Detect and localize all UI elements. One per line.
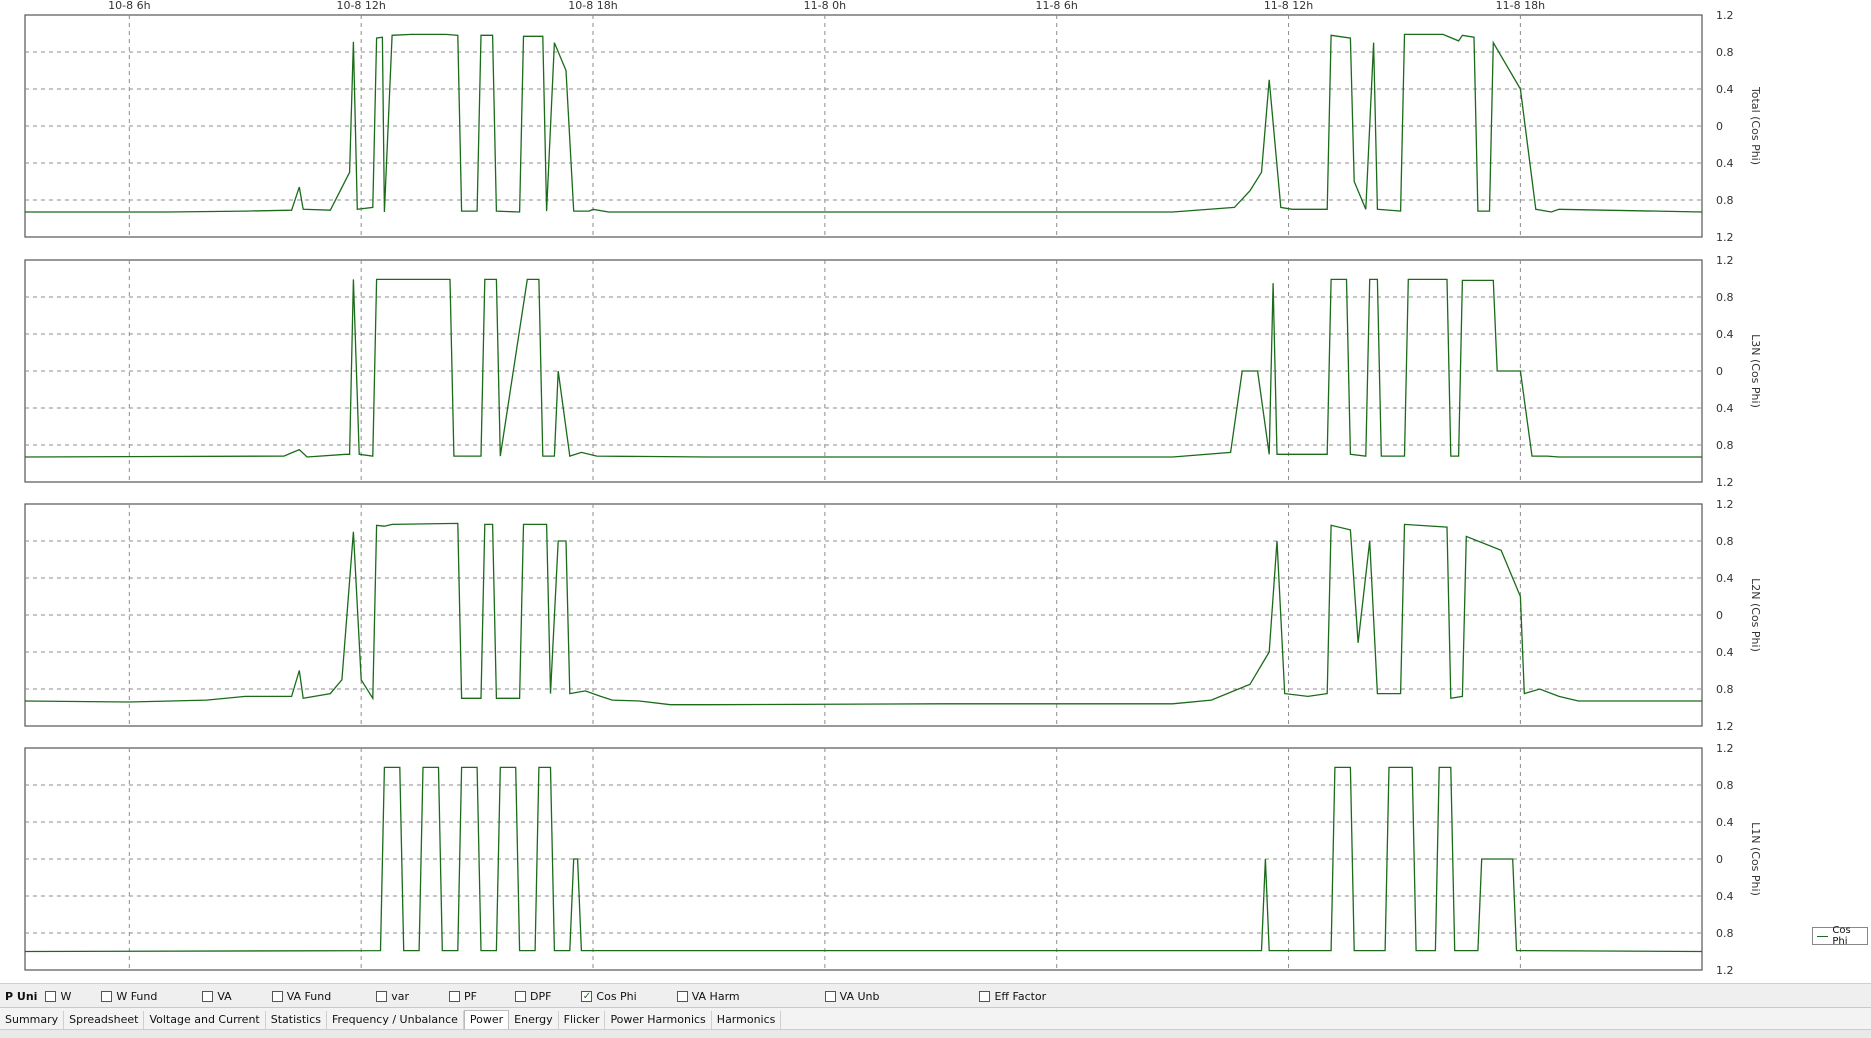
tab-spreadsheet[interactable]: Spreadsheet [64, 1011, 145, 1030]
units-label: P Uni [5, 989, 38, 1003]
y-tick-label: 1.2 [1716, 498, 1734, 511]
checkbox-option[interactable]: VA Fund [271, 989, 332, 1003]
y-tick-label: 1.2 [1716, 254, 1734, 267]
y-tick-label: 0.4 [1716, 646, 1734, 659]
tab-power[interactable]: Power [463, 1010, 510, 1030]
y-tick-label: 0 [1716, 853, 1723, 866]
power-options-toolbar: P Uni W W Fund VA VA Fund var PF DPF ✓ Cos Phi VA… [0, 983, 1871, 1008]
y-tick-label: 1.2 [1716, 964, 1734, 977]
y-tick-label: 0 [1716, 365, 1723, 378]
y-axis-label: L1N (Cos Phi) [1749, 822, 1762, 896]
y-tick-label: 0.8 [1716, 927, 1734, 940]
checkbox-option[interactable]: W Fund [101, 990, 157, 1003]
x-tick-label: 10-8 18h [568, 0, 617, 12]
tab-voltage-and-current[interactable]: Voltage and Current [144, 1011, 266, 1030]
x-tick-label: 11-8 0h [804, 0, 846, 12]
chart-svg: 10-8 6h 10-8 12h 10-8 18h 11-8 0h 11-8 6h 11-… [24, 0, 1762, 977]
y-tick-label: 1.2 [1716, 231, 1734, 244]
legend-label: Cos Phi [1832, 925, 1851, 947]
y-tick-label: 0.8 [1716, 779, 1734, 792]
y-tick-label: 0.4 [1716, 890, 1734, 903]
y-axis-label: L2N (Cos Phi) [1749, 578, 1762, 652]
checkbox-option[interactable]: VA Unb [824, 989, 880, 1003]
x-tick-label: 10-8 12h [336, 0, 385, 12]
y-tick-label: 0.8 [1716, 683, 1734, 696]
checkbox-option[interactable]: PF [449, 990, 477, 1003]
checkbox-box[interactable] [979, 990, 991, 1002]
chart-legend: Cos Phi [1812, 925, 1868, 947]
plot-panel: 1.2 0.8 0.4 0 0.4 0.8 1.2 Total (Cos Phi) [24, 9, 1762, 244]
plot-panel: 1.2 0.8 0.4 0 0.4 0.8 1.2 L2N (Cos Phi) [24, 498, 1762, 733]
checkbox-box[interactable] [271, 990, 283, 1002]
checkbox-box[interactable] [101, 990, 113, 1002]
plot-panel: 1.2 0.8 0.4 0 0.4 0.8 1.2 L3N (Cos Phi) [24, 254, 1762, 489]
x-tick-label: 11-8 6h [1035, 0, 1077, 12]
checkbox-option[interactable]: ✓ Cos Phi [581, 989, 637, 1003]
y-tick-label: 0.8 [1716, 194, 1734, 207]
y-tick-label: 0 [1716, 609, 1723, 622]
checkbox-label: Cos Phi [596, 989, 637, 1003]
checkbox-option[interactable]: var [376, 990, 409, 1003]
checkbox-label: DPF [529, 989, 552, 1003]
view-tabs: Summary Spreadsheet Voltage and Current Sta… [0, 1007, 1871, 1030]
y-tick-label: 0.4 [1716, 328, 1734, 341]
y-tick-label: 0.8 [1716, 291, 1734, 304]
y-axis-label: L3N (Cos Phi) [1749, 334, 1762, 408]
y-tick-label: 0.8 [1716, 439, 1734, 452]
cos-phi-chart-area: 10-8 6h 10-8 12h 10-8 18h 11-8 0h 11-8 6h 11-… [0, 0, 1871, 990]
checkbox-box[interactable] [45, 990, 57, 1002]
y-tick-label: 0.8 [1716, 535, 1734, 548]
tab-summary[interactable]: Summary [0, 1011, 65, 1030]
checkbox-label: Eff Factor [994, 989, 1047, 1003]
checkbox-label: var [391, 989, 409, 1003]
tab-harmonics[interactable]: Harmonics [712, 1011, 782, 1030]
checkbox-label: VA Harm [691, 989, 740, 1003]
checkbox-box[interactable] [202, 990, 214, 1002]
checkbox-option[interactable]: VA Harm [676, 989, 740, 1003]
checkbox-option[interactable]: DPF [514, 989, 552, 1003]
x-tick-label: 11-8 12h [1264, 0, 1313, 12]
y-tick-label: 1.2 [1716, 9, 1734, 22]
checkbox-label: VA [217, 989, 232, 1003]
y-tick-label: 1.2 [1716, 720, 1734, 733]
checkbox-option[interactable]: Eff Factor [979, 990, 1046, 1003]
y-tick-label: 1.2 [1716, 476, 1734, 489]
y-tick-label: 0.4 [1716, 157, 1734, 170]
checkbox-box[interactable] [376, 990, 388, 1002]
tab-power-harmonics[interactable]: Power Harmonics [605, 1011, 712, 1030]
legend-swatch [1817, 935, 1829, 937]
checkbox-label: PF [464, 989, 477, 1003]
y-tick-label: 1.2 [1716, 742, 1734, 755]
checkbox-label: W [60, 989, 72, 1003]
checkbox-box[interactable]: ✓ [581, 990, 593, 1002]
checkbox-box[interactable] [676, 990, 688, 1002]
checkbox-label: W Fund [116, 989, 158, 1003]
checkbox-label: VA Fund [286, 989, 332, 1003]
checkbox-box[interactable] [824, 990, 836, 1002]
checkbox-label: VA Unb [839, 989, 880, 1003]
x-tick-label: 11-8 18h [1496, 0, 1545, 12]
tab-energy[interactable]: Energy [509, 1011, 559, 1030]
checkbox-box[interactable] [514, 990, 526, 1002]
plot-panel: 1.2 0.8 0.4 0 0.4 0.8 1.2 L1N (Cos Phi) [24, 742, 1762, 977]
y-tick-label: 0.4 [1716, 83, 1734, 96]
checkbox-box[interactable] [449, 990, 460, 1002]
tab-flicker[interactable]: Flicker [559, 1011, 606, 1030]
y-tick-label: 0.4 [1716, 816, 1734, 829]
checkbox-option[interactable]: VA [202, 989, 232, 1003]
y-tick-label: 0 [1716, 120, 1723, 133]
y-tick-label: 0.4 [1716, 402, 1734, 415]
checkbox-option[interactable]: W [45, 990, 71, 1003]
y-tick-label: 0.4 [1716, 572, 1734, 585]
y-tick-label: 0.8 [1716, 46, 1734, 59]
x-tick-label: 10-8 6h [108, 0, 150, 12]
tab-frequency-unbalance[interactable]: Frequency / Unbalance [327, 1011, 464, 1030]
y-axis-label: Total (Cos Phi) [1749, 86, 1762, 165]
tab-statistics[interactable]: Statistics [266, 1011, 328, 1030]
